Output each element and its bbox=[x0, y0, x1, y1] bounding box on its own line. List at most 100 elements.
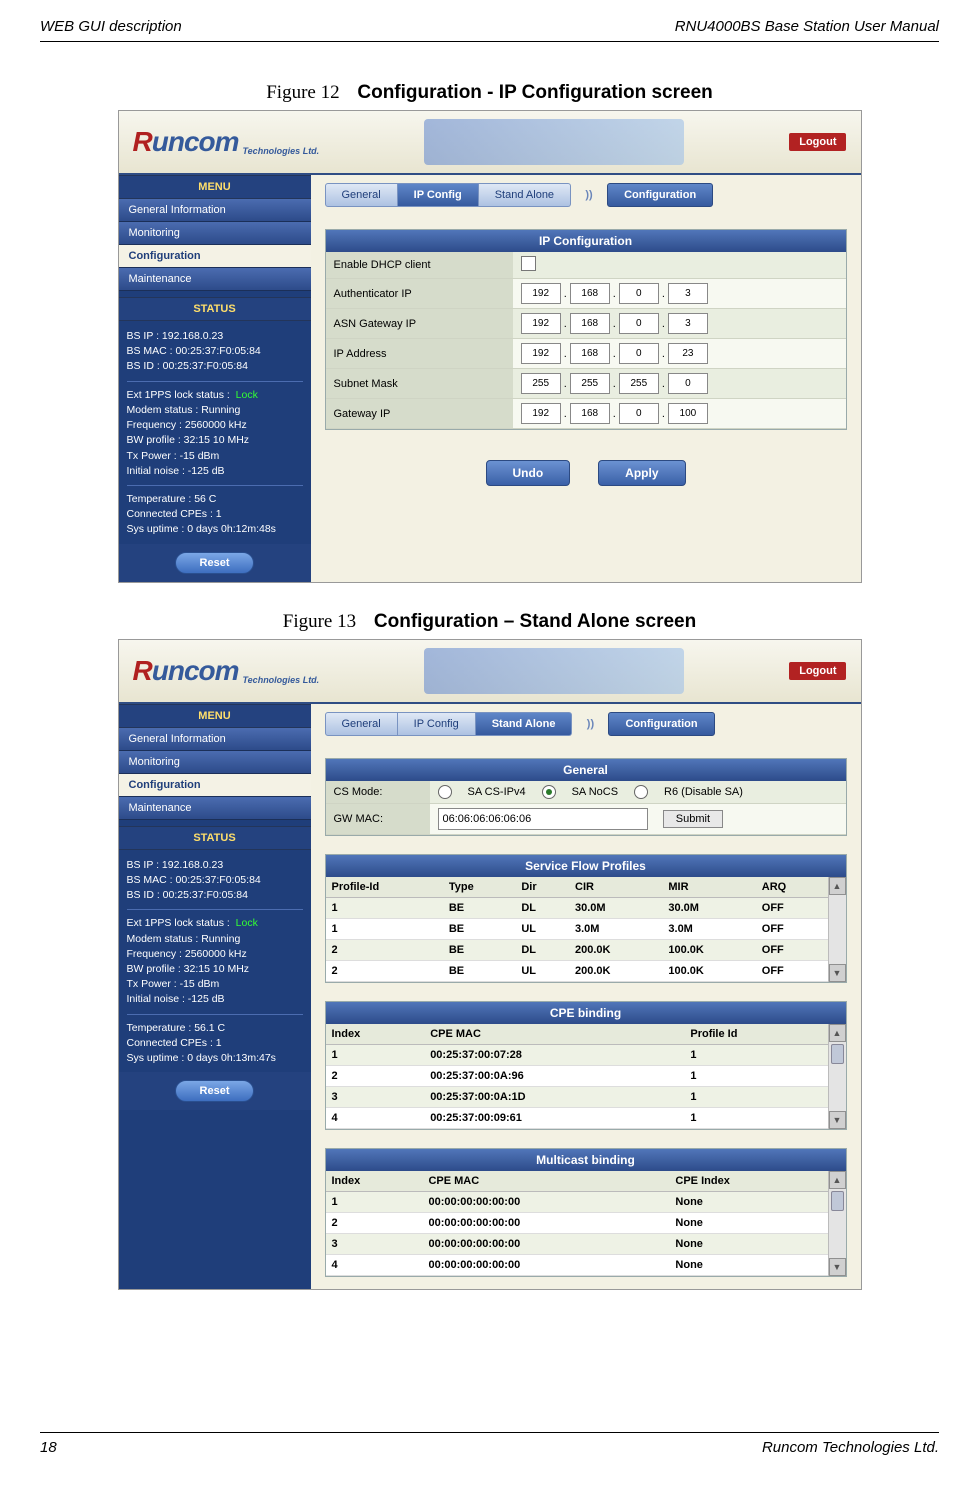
radio-sa-nocs[interactable] bbox=[542, 785, 556, 799]
chrome-header: Runcom Technologies Ltd. Logout bbox=[119, 111, 861, 175]
sidebar-item-maintenance-2[interactable]: Maintenance bbox=[119, 797, 311, 820]
sfp-h3: CIR bbox=[569, 877, 662, 898]
scroll-thumb-3[interactable] bbox=[831, 1191, 844, 1211]
table-row[interactable]: 300:00:00:00:00:00None bbox=[326, 1233, 828, 1254]
status-tx: Tx Power : -15 dBm bbox=[127, 449, 303, 464]
tab-ip-config-2[interactable]: IP Config bbox=[398, 712, 476, 736]
logout-button[interactable]: Logout bbox=[789, 133, 846, 151]
sidebar-item-monitoring[interactable]: Monitoring bbox=[119, 222, 311, 245]
table-row[interactable]: 2BEDL200.0K100.0KOFF bbox=[326, 939, 828, 960]
breadcrumb-2: Configuration bbox=[608, 712, 714, 736]
table-row[interactable]: 2BEUL200.0K100.0KOFF bbox=[326, 960, 828, 981]
reset-button[interactable]: Reset bbox=[175, 552, 255, 574]
tab-ip-config[interactable]: IP Config bbox=[398, 183, 479, 207]
table-row[interactable]: 100:00:00:00:00:00None bbox=[326, 1191, 828, 1212]
logo-sub-2: Technologies Ltd. bbox=[243, 675, 320, 685]
status-noise: Initial noise : -125 dB bbox=[127, 464, 303, 479]
radio-sa-cs-ipv4[interactable] bbox=[438, 785, 452, 799]
gw-ip-input[interactable]: . . . bbox=[521, 403, 838, 424]
dhcp-label: Enable DHCP client bbox=[326, 252, 513, 279]
scroll-thumb[interactable] bbox=[831, 1044, 844, 1064]
tab-stand-alone[interactable]: Stand Alone bbox=[479, 183, 571, 207]
mc-h1: CPE MAC bbox=[422, 1171, 669, 1192]
table-row[interactable]: 1BEUL3.0M3.0MOFF bbox=[326, 918, 828, 939]
ip-addr-input[interactable]: . . . bbox=[521, 343, 838, 364]
sidebar-item-maintenance[interactable]: Maintenance bbox=[119, 268, 311, 291]
apply-button[interactable]: Apply bbox=[598, 460, 685, 486]
scroll-up-icon-3[interactable]: ▲ bbox=[829, 1171, 846, 1189]
scrollbar[interactable]: ▲ ▼ bbox=[828, 877, 846, 982]
table-row[interactable]: 400:00:00:00:00:00None bbox=[326, 1254, 828, 1275]
scroll-up-icon[interactable]: ▲ bbox=[829, 877, 846, 895]
footer-rule bbox=[40, 1432, 939, 1433]
status-cpes: Connected CPEs : 1 bbox=[127, 507, 303, 522]
status-modem-2: Modem status : Running bbox=[127, 932, 303, 947]
sidebar-item-configuration[interactable]: Configuration bbox=[119, 245, 311, 268]
status-temp: Temperature : 56 C bbox=[127, 492, 303, 507]
asn-gw-input[interactable]: . . . bbox=[521, 313, 838, 334]
sidebar-item-general-info[interactable]: General Information bbox=[119, 199, 311, 222]
table-row[interactable]: 300:25:37:00:0A:1D1 bbox=[326, 1086, 828, 1107]
status-tx-2: Tx Power : -15 dBm bbox=[127, 977, 303, 992]
undo-button[interactable]: Undo bbox=[486, 460, 571, 486]
subnet-input[interactable]: . . . bbox=[521, 373, 838, 394]
scrollbar-3[interactable]: ▲ ▼ bbox=[828, 1171, 846, 1276]
sidebar-2: MENU General Information Monitoring Conf… bbox=[119, 704, 311, 1289]
status-bs-mac: BS MAC : 00:25:37:F0:05:84 bbox=[127, 344, 303, 359]
subnet-label: Subnet Mask bbox=[326, 369, 513, 399]
status-bs-mac-2: BS MAC : 00:25:37:F0:05:84 bbox=[127, 873, 303, 888]
table-row[interactable]: 1BEDL30.0M30.0MOFF bbox=[326, 897, 828, 918]
radio-r6[interactable] bbox=[634, 785, 648, 799]
sfp-panel-title: Service Flow Profiles bbox=[326, 855, 846, 877]
cpe-panel-title: CPE binding bbox=[326, 1002, 846, 1024]
sfp-h5: ARQ bbox=[756, 877, 828, 898]
tab-stand-alone-2[interactable]: Stand Alone bbox=[476, 712, 573, 736]
sidebar-item-monitoring-2[interactable]: Monitoring bbox=[119, 751, 311, 774]
mc-h2: CPE Index bbox=[669, 1171, 827, 1192]
cpe-h2: Profile Id bbox=[684, 1024, 827, 1045]
menu-header: MENU bbox=[119, 175, 311, 199]
table-row[interactable]: 200:25:37:00:0A:961 bbox=[326, 1065, 828, 1086]
scroll-down-icon-3[interactable]: ▼ bbox=[829, 1258, 846, 1276]
gw-ip-label: Gateway IP bbox=[326, 399, 513, 429]
table-row[interactable]: 400:25:37:00:09:611 bbox=[326, 1107, 828, 1128]
ip-addr-label: IP Address bbox=[326, 339, 513, 369]
status-modem: Modem status : Running bbox=[127, 403, 303, 418]
scroll-down-icon[interactable]: ▼ bbox=[829, 964, 846, 982]
scroll-down-icon-2[interactable]: ▼ bbox=[829, 1111, 846, 1129]
status-bw-2: BW profile : 32:15 10 MHz bbox=[127, 962, 303, 977]
submit-button[interactable]: Submit bbox=[663, 810, 723, 828]
banner-image-2 bbox=[424, 648, 684, 694]
status-bs-id-2: BS ID : 00:25:37:F0:05:84 bbox=[127, 888, 303, 903]
tab-general-2[interactable]: General bbox=[325, 712, 398, 736]
main-area-2: General IP Config Stand Alone )) Configu… bbox=[311, 704, 861, 1289]
table-row[interactable]: 200:00:00:00:00:00None bbox=[326, 1212, 828, 1233]
gw-mac-input[interactable] bbox=[438, 808, 648, 830]
status-block-2: BS IP : 192.168.0.23 BS MAC : 00:25:37:F… bbox=[119, 850, 311, 1073]
reset-button-2[interactable]: Reset bbox=[175, 1080, 255, 1102]
header-left: WEB GUI description bbox=[40, 18, 182, 35]
dhcp-checkbox[interactable] bbox=[521, 256, 536, 271]
fig13-lead: Figure 13 bbox=[283, 611, 356, 632]
cpe-table: Index CPE MAC Profile Id 100:25:37:00:07… bbox=[326, 1024, 828, 1129]
fig13-screenshot: Runcom Technologies Ltd. Logout MENU Gen… bbox=[118, 639, 862, 1290]
radio-r6-label: R6 (Disable SA) bbox=[664, 786, 743, 798]
sidebar-item-configuration-2[interactable]: Configuration bbox=[119, 774, 311, 797]
status-block: BS IP : 192.168.0.23 BS MAC : 00:25:37:F… bbox=[119, 321, 311, 544]
logout-button-2[interactable]: Logout bbox=[789, 662, 846, 680]
sidebar: MENU General Information Monitoring Conf… bbox=[119, 175, 311, 582]
table-row[interactable]: 100:25:37:00:07:281 bbox=[326, 1044, 828, 1065]
scroll-up-icon-2[interactable]: ▲ bbox=[829, 1024, 846, 1042]
general-panel-title: General bbox=[326, 759, 846, 781]
sidebar-item-general-info-2[interactable]: General Information bbox=[119, 728, 311, 751]
asn-gw-label: ASN Gateway IP bbox=[326, 309, 513, 339]
scrollbar-2[interactable]: ▲ ▼ bbox=[828, 1024, 846, 1129]
cpe-h1: CPE MAC bbox=[424, 1024, 684, 1045]
tab-general[interactable]: General bbox=[325, 183, 398, 207]
header-rule bbox=[40, 41, 939, 42]
auth-ip-label: Authenticator IP bbox=[326, 279, 513, 309]
status-freq: Frequency : 2560000 kHz bbox=[127, 418, 303, 433]
auth-ip-input[interactable]: . . . bbox=[521, 283, 838, 304]
sfp-panel: Service Flow Profiles Profile-Id Type Di… bbox=[325, 854, 847, 983]
figure-12-caption: Figure 12 Configuration - IP Configurati… bbox=[40, 82, 939, 104]
